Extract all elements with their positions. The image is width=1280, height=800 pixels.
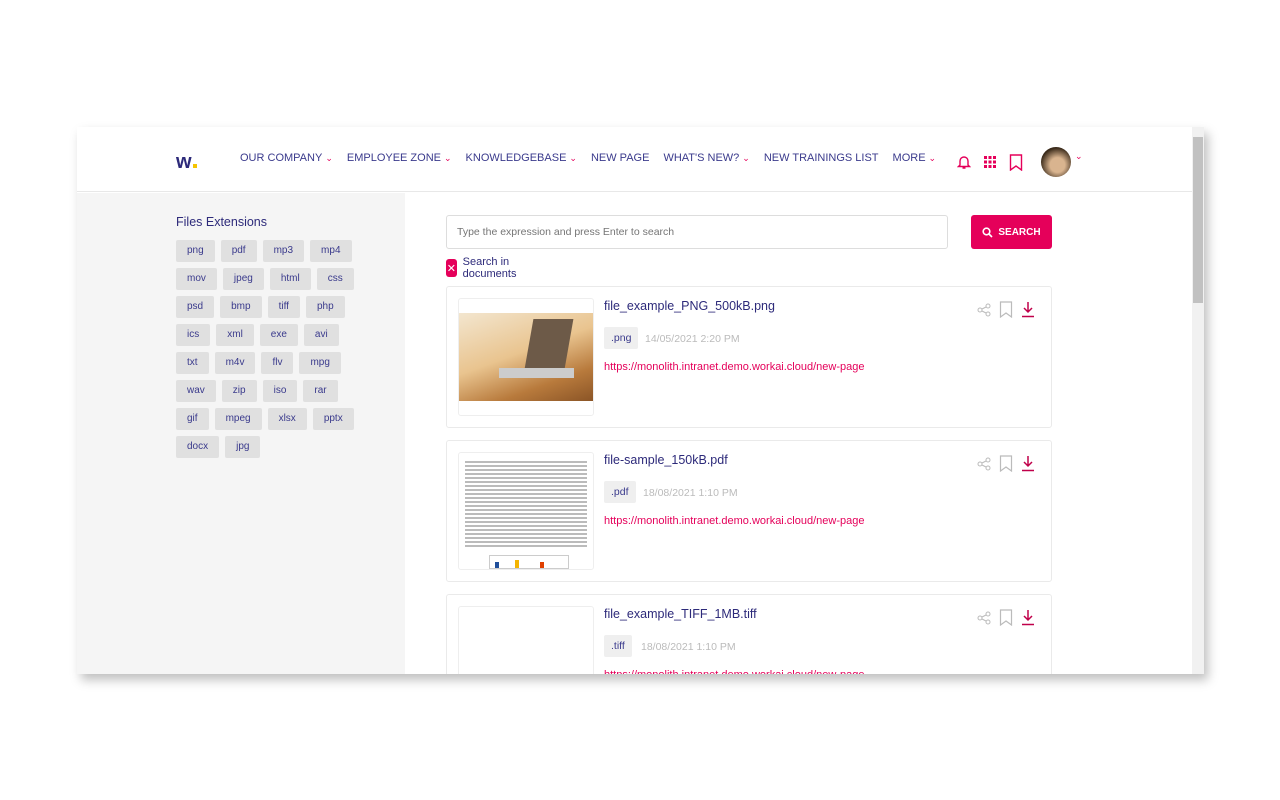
bookmark-icon[interactable] bbox=[999, 609, 1013, 626]
share-icon[interactable] bbox=[977, 303, 991, 317]
result-card[interactable]: file_example_PNG_500kB.png .png 14/05/20… bbox=[446, 286, 1052, 428]
extension-tag[interactable]: pptx bbox=[312, 408, 354, 430]
extension-tag[interactable]: mp3 bbox=[262, 240, 305, 262]
chevron-down-icon: ⌄ bbox=[444, 153, 452, 163]
chevron-down-icon[interactable]: ⌄ bbox=[1075, 151, 1083, 162]
share-icon[interactable] bbox=[977, 611, 991, 625]
checkbox-label: Search in documents bbox=[462, 256, 517, 280]
extension-tag[interactable]: jpg bbox=[225, 436, 261, 458]
bookmark-icon[interactable] bbox=[999, 301, 1013, 318]
download-icon[interactable] bbox=[1021, 455, 1035, 472]
apps-grid-icon[interactable] bbox=[983, 155, 997, 169]
top-navbar: w OUR COMPANY ⌄ EMPLOYEE ZONE ⌄ KNOWLEDGEBAS… bbox=[77, 127, 1192, 192]
nav-item[interactable]: NEW PAGE bbox=[591, 152, 649, 164]
main-nav: OUR COMPANY ⌄ EMPLOYEE ZONE ⌄ KNOWLEDGEBASE ⌄… bbox=[240, 152, 936, 164]
file-title[interactable]: file-sample_150kB.pdf bbox=[604, 453, 728, 467]
extension-tag[interactable]: txt bbox=[176, 352, 209, 374]
file-link[interactable]: https://monolith.intranet.demo.workai.cl… bbox=[604, 669, 864, 674]
file-date: 18/08/2021 1:10 PM bbox=[641, 641, 736, 653]
file-thumbnail[interactable] bbox=[458, 298, 594, 416]
nav-item[interactable]: EMPLOYEE ZONE ⌄ bbox=[347, 152, 452, 164]
close-icon: ✕ bbox=[446, 259, 457, 277]
file-link[interactable]: https://monolith.intranet.demo.workai.cl… bbox=[604, 515, 864, 527]
extension-tag[interactable]: xml bbox=[216, 324, 254, 346]
bell-icon[interactable] bbox=[957, 154, 971, 170]
file-thumbnail[interactable] bbox=[458, 452, 594, 570]
nav-label: KNOWLEDGEBASE bbox=[465, 152, 567, 164]
extension-tags: png pdf mp3 mp4 mov jpeg html css psd bmp tiff php i… bbox=[176, 240, 366, 458]
chevron-down-icon: ⌄ bbox=[742, 153, 750, 163]
extension-tag[interactable]: avi bbox=[303, 324, 339, 346]
extension-tag[interactable]: exe bbox=[259, 324, 298, 346]
extension-tag[interactable]: jpeg bbox=[222, 268, 264, 290]
extension-tag[interactable]: wav bbox=[176, 380, 216, 402]
extension-tag[interactable]: php bbox=[305, 296, 345, 318]
extension-badge: .png bbox=[604, 327, 639, 349]
sidebar: Files Extensions png pdf mp3 mp4 mov jpeg html… bbox=[77, 193, 405, 674]
result-card[interactable]: file-sample_150kB.pdf .pdf 18/08/2021 1:… bbox=[446, 440, 1052, 582]
extension-badge: .pdf bbox=[604, 481, 636, 503]
nav-label: EMPLOYEE ZONE bbox=[346, 152, 441, 164]
extension-badge: .tiff bbox=[604, 635, 632, 657]
chevron-down-icon: ⌄ bbox=[325, 153, 333, 163]
extension-tag[interactable]: mov bbox=[176, 268, 217, 290]
scrollbar[interactable] bbox=[1192, 127, 1204, 674]
file-title[interactable]: file_example_PNG_500kB.png bbox=[604, 299, 775, 313]
extension-tag[interactable]: mpeg bbox=[214, 408, 262, 430]
logo-text: w bbox=[176, 151, 192, 173]
extension-tag[interactable]: png bbox=[176, 240, 215, 262]
scrollbar-thumb[interactable] bbox=[1193, 137, 1203, 303]
file-date: 18/08/2021 1:10 PM bbox=[643, 487, 738, 499]
nav-item[interactable]: NEW TRAININGS LIST bbox=[764, 152, 879, 164]
extension-tag[interactable]: zip bbox=[221, 380, 257, 402]
download-icon[interactable] bbox=[1021, 301, 1035, 318]
nav-item[interactable]: MORE ⌄ bbox=[893, 152, 937, 164]
file-link[interactable]: https://monolith.intranet.demo.workai.cl… bbox=[604, 361, 864, 373]
file-date: 14/05/2021 2:20 PM bbox=[645, 333, 740, 345]
extension-tag[interactable]: pdf bbox=[220, 240, 257, 262]
search-icon bbox=[982, 226, 993, 238]
extension-tag[interactable]: gif bbox=[176, 408, 209, 430]
file-title[interactable]: file_example_TIFF_1MB.tiff bbox=[604, 607, 757, 621]
sidebar-title: Files Extensions bbox=[176, 215, 268, 229]
extension-tag[interactable]: html bbox=[269, 268, 311, 290]
search-button[interactable]: SEARCH bbox=[971, 215, 1052, 249]
extension-tag[interactable]: ics bbox=[176, 324, 211, 346]
nav-label: NEW TRAININGS LIST bbox=[763, 152, 879, 164]
nav-item[interactable]: OUR COMPANY ⌄ bbox=[240, 152, 333, 164]
file-thumbnail[interactable] bbox=[458, 606, 594, 674]
nav-label: WHAT'S NEW? bbox=[663, 152, 740, 164]
extension-tag[interactable]: flv bbox=[261, 352, 294, 374]
logo[interactable]: w bbox=[176, 151, 197, 174]
share-icon[interactable] bbox=[977, 457, 991, 471]
search-in-documents-checkbox[interactable]: ✕ Search in documents bbox=[446, 256, 524, 280]
chevron-down-icon: ⌄ bbox=[928, 153, 937, 163]
extension-tag[interactable]: mp4 bbox=[310, 240, 352, 262]
chevron-down-icon: ⌄ bbox=[569, 153, 577, 163]
nav-label: MORE bbox=[892, 152, 926, 164]
extension-tag[interactable]: mpg bbox=[299, 352, 341, 374]
nav-label: NEW PAGE bbox=[590, 152, 650, 164]
search-input[interactable] bbox=[446, 215, 948, 249]
nav-item[interactable]: WHAT'S NEW? ⌄ bbox=[663, 152, 749, 164]
extension-tag[interactable]: m4v bbox=[214, 352, 256, 374]
extension-tag[interactable]: docx bbox=[176, 436, 220, 458]
nav-label: OUR COMPANY bbox=[240, 152, 323, 164]
extension-tag[interactable]: psd bbox=[176, 296, 215, 318]
nav-item[interactable]: KNOWLEDGEBASE ⌄ bbox=[466, 152, 577, 164]
result-card[interactable]: file_example_TIFF_1MB.tiff .tiff 18/08/2… bbox=[446, 594, 1052, 674]
search-button-label: SEARCH bbox=[998, 226, 1041, 238]
extension-tag[interactable]: tiff bbox=[267, 296, 300, 318]
extension-tag[interactable]: rar bbox=[303, 380, 338, 402]
extension-tag[interactable]: bmp bbox=[220, 296, 262, 318]
avatar[interactable] bbox=[1041, 147, 1071, 177]
browser-window: w OUR COMPANY ⌄ EMPLOYEE ZONE ⌄ KNOWLEDGEBAS… bbox=[77, 127, 1204, 674]
extension-tag[interactable]: css bbox=[316, 268, 354, 290]
extension-tag[interactable]: xlsx bbox=[267, 408, 307, 430]
download-icon[interactable] bbox=[1021, 609, 1035, 626]
bookmark-icon[interactable] bbox=[1009, 153, 1023, 171]
bookmark-icon[interactable] bbox=[999, 455, 1013, 472]
extension-tag[interactable]: iso bbox=[262, 380, 298, 402]
